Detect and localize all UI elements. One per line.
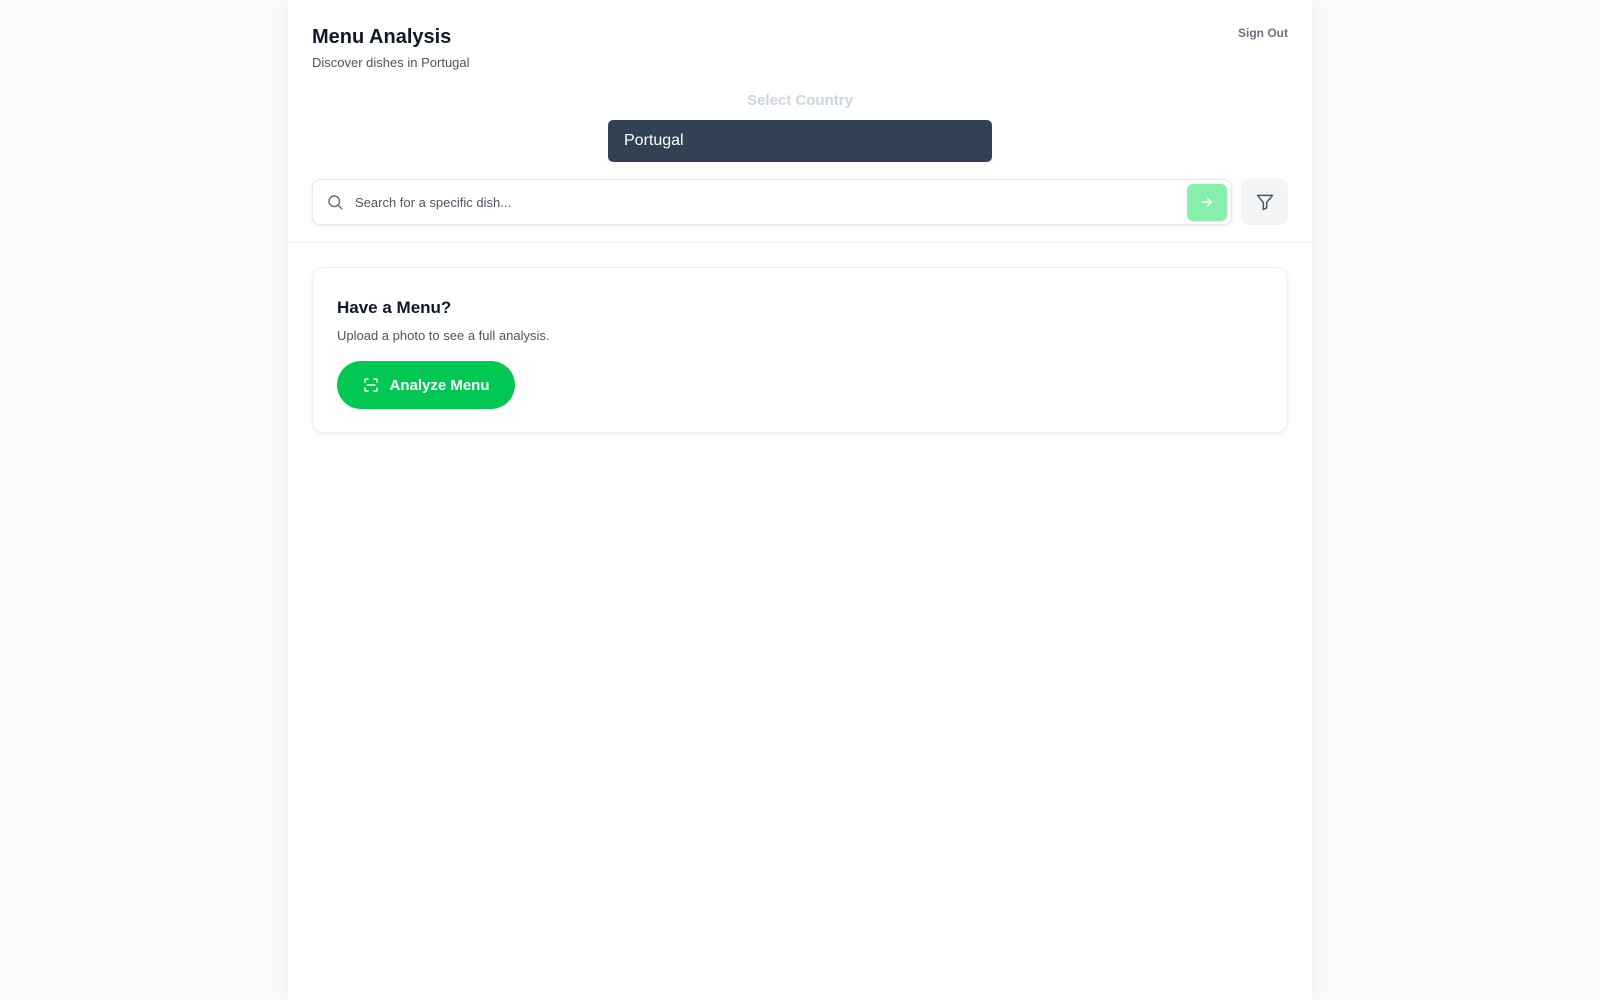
search-box (312, 179, 1232, 225)
search-input[interactable] (345, 180, 1187, 224)
page-title: Menu Analysis (312, 26, 452, 48)
header: Menu Analysis Discover dishes in Portuga… (288, 0, 1312, 243)
arrow-right-icon (1200, 195, 1214, 209)
filter-icon (1255, 192, 1275, 212)
sign-out-button[interactable]: Sign Out (1238, 26, 1288, 40)
country-select-value: Portugal (624, 132, 684, 149)
search-submit-button[interactable] (1187, 183, 1227, 221)
scan-icon (362, 376, 380, 394)
card-title: Have a Menu? (337, 298, 452, 317)
card-description: Upload a photo to see a full analysis. (337, 328, 550, 343)
filter-button[interactable] (1241, 179, 1288, 225)
app-container: Menu Analysis Discover dishes in Portuga… (288, 0, 1312, 1000)
page-subtitle: Discover dishes in Portugal (312, 55, 470, 70)
search-icon (325, 192, 345, 212)
analyze-menu-label: Analyze Menu (389, 376, 490, 394)
country-select[interactable]: Portugal (608, 120, 992, 162)
analyze-menu-card: Have a Menu? Upload a photo to see a ful… (312, 267, 1288, 433)
country-select-label: Select Country (747, 92, 853, 109)
analyze-menu-button[interactable]: Analyze Menu (337, 361, 515, 409)
